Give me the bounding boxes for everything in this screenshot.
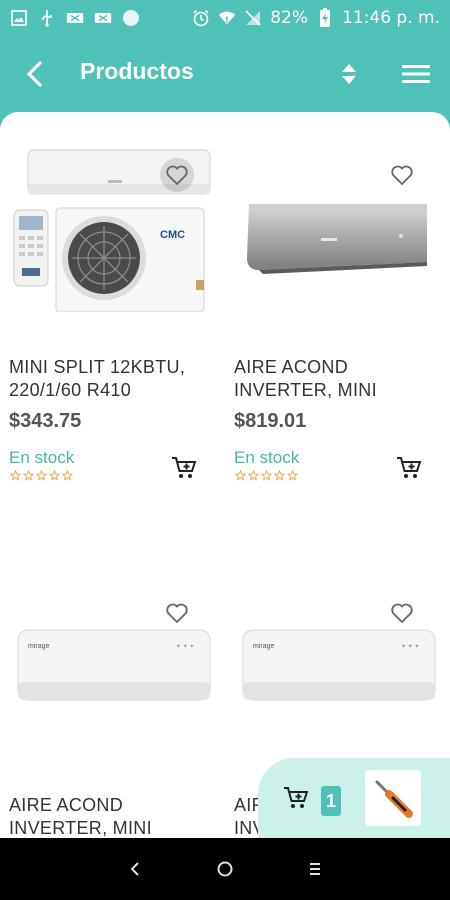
- back-button[interactable]: [20, 60, 48, 88]
- status-time: 11:46 p. m.: [342, 8, 440, 28]
- system-nav-bar: [0, 838, 450, 900]
- page-title: Productos: [80, 58, 194, 84]
- product-name-line: INVERTER, MINI: [9, 818, 152, 838]
- screwdriver-icon: [375, 780, 413, 818]
- rating-stars: [10, 470, 73, 481]
- sort-icon: [342, 64, 356, 84]
- status-bar: 82% 11:46 p. m.: [0, 0, 450, 36]
- product-name-line: 220/1/60 R410: [9, 380, 131, 400]
- product-price: $343.75: [9, 410, 82, 432]
- cart-button[interactable]: [282, 784, 310, 812]
- stock-status: En stock: [234, 448, 300, 467]
- nav-back-button[interactable]: [120, 854, 150, 884]
- add-to-cart-button[interactable]: [170, 454, 198, 482]
- alarm-icon: [192, 9, 210, 27]
- star-outline-icon: [261, 470, 272, 481]
- no-signal-icon: [244, 9, 262, 27]
- product-grid: CMC MINI SPLIT 12KBTU, 220/1/60 R410 $34…: [0, 112, 450, 838]
- cart-item-thumbnail[interactable]: [365, 770, 421, 826]
- add-cart-icon: [397, 457, 422, 478]
- nav-home-button[interactable]: [210, 854, 240, 884]
- product-image[interactable]: mirage ✦ ✦ ✦: [225, 550, 450, 750]
- add-to-cart-button[interactable]: [395, 454, 423, 482]
- star-outline-icon: [248, 470, 259, 481]
- star-outline-icon: [287, 470, 298, 481]
- home-circle-icon: [217, 861, 233, 877]
- star-outline-icon: [23, 470, 34, 481]
- star-outline-icon: [49, 470, 60, 481]
- svg-text:CMC: CMC: [160, 229, 185, 241]
- circle-icon: [122, 9, 140, 27]
- product-name-line: INVERTER, MINI: [234, 380, 377, 400]
- nav-recents-button[interactable]: [300, 854, 330, 884]
- heart-outline-icon: [166, 603, 188, 624]
- image-icon: [10, 9, 28, 27]
- star-outline-icon: [235, 470, 246, 481]
- screen-share-icon: [94, 9, 112, 27]
- add-cart-icon: [172, 457, 197, 478]
- favorite-button[interactable]: [385, 158, 419, 192]
- battery-percent: 82%: [270, 8, 309, 28]
- product-card[interactable]: mirage ✦ ✦ ✦ AIRE ACOND INVERTER, MINI: [0, 550, 225, 838]
- screen-share-icon: [66, 9, 84, 27]
- hamburger-icon: [402, 65, 430, 83]
- chevron-left-icon: [130, 862, 139, 876]
- battery-charging-icon: [316, 8, 334, 27]
- chevron-left-icon: [26, 61, 42, 87]
- product-name: AIRE ACOND INVERTER, MINI: [9, 794, 152, 838]
- menu-button[interactable]: [400, 60, 432, 88]
- svg-text:✦ ✦ ✦: ✦ ✦ ✦: [176, 643, 194, 650]
- favorite-button[interactable]: [160, 158, 194, 192]
- stock-status: En stock: [9, 448, 75, 467]
- product-name-line: AIRE ACOND: [9, 795, 124, 815]
- star-outline-icon: [62, 470, 73, 481]
- wifi-icon: [218, 9, 236, 27]
- svg-text:mirage: mirage: [253, 643, 275, 650]
- svg-text:mirage: mirage: [28, 643, 50, 650]
- heart-outline-icon: [391, 603, 413, 624]
- heart-outline-icon: [166, 165, 188, 186]
- product-name: AIRE ACOND INVERTER, MINI: [234, 356, 377, 402]
- star-outline-icon: [274, 470, 285, 481]
- star-outline-icon: [10, 470, 21, 481]
- product-image[interactable]: mirage ✦ ✦ ✦: [0, 550, 225, 750]
- add-cart-icon: [284, 787, 309, 808]
- star-outline-icon: [36, 470, 47, 481]
- usb-icon: [38, 9, 56, 27]
- app-bar: Productos: [0, 36, 450, 112]
- rating-stars: [235, 470, 298, 481]
- product-price: $819.01: [234, 410, 307, 432]
- product-image[interactable]: CMC: [0, 112, 225, 313]
- product-image[interactable]: [225, 112, 450, 312]
- cart-count-badge: 1: [321, 786, 341, 816]
- recents-icon: [310, 863, 320, 875]
- heart-outline-icon: [391, 165, 413, 186]
- product-card[interactable]: AIRE ACOND INVERTER, MINI $819.01 En sto…: [225, 112, 450, 492]
- product-name-line: MINI SPLIT 12KBTU,: [9, 357, 186, 377]
- svg-text:✦ ✦ ✦: ✦ ✦ ✦: [401, 643, 419, 650]
- favorite-button[interactable]: [160, 596, 194, 630]
- favorite-button[interactable]: [385, 596, 419, 630]
- sort-button[interactable]: [336, 60, 362, 88]
- cart-summary-panel[interactable]: 1: [258, 758, 450, 838]
- product-name: MINI SPLIT 12KBTU, 220/1/60 R410: [9, 356, 185, 402]
- product-card[interactable]: CMC MINI SPLIT 12KBTU, 220/1/60 R410 $34…: [0, 112, 225, 492]
- product-name-line: AIRE ACOND: [234, 357, 349, 377]
